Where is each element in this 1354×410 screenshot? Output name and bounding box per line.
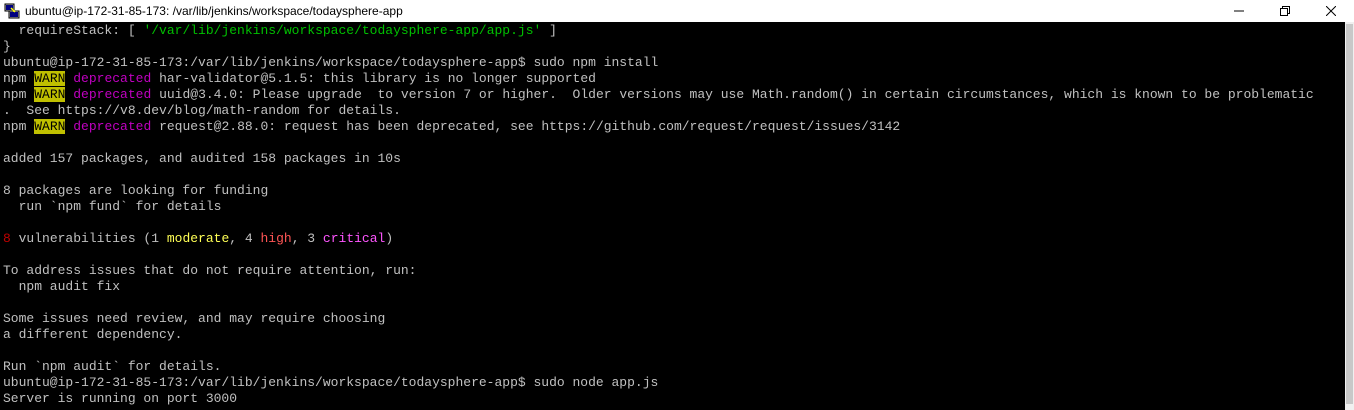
terminal-line: requireStack: [ '/var/lib/jenkins/worksp… <box>3 23 557 38</box>
terminal-line: run `npm fund` for details <box>3 199 222 214</box>
prompt-line: ubuntu@ip-172-31-85-173:/var/lib/jenkins… <box>3 55 659 70</box>
maximize-button[interactable] <box>1262 0 1308 22</box>
terminal-line: Run `npm audit` for details. <box>3 359 222 374</box>
terminal-line: npm audit fix <box>3 279 121 294</box>
terminal-line: . See https://v8.dev/blog/math-random fo… <box>3 103 401 118</box>
warn-line: npm WARN deprecated request@2.88.0: requ… <box>3 119 901 134</box>
close-icon <box>1326 6 1336 16</box>
vulnerabilities-line: 8 vulnerabilities (1 moderate, 4 high, 3… <box>3 231 394 246</box>
terminal-line: 8 packages are looking for funding <box>3 183 269 198</box>
warn-line: npm WARN deprecated uuid@3.4.0: Please u… <box>3 87 1314 102</box>
warn-badge: WARN <box>34 119 66 134</box>
terminal-line: } <box>3 39 11 54</box>
terminal-line: a different dependency. <box>3 327 183 342</box>
scrollbar-thumb[interactable] <box>1346 24 1353 404</box>
vertical-scrollbar[interactable] <box>1345 22 1354 410</box>
warn-badge: WARN <box>34 71 66 86</box>
prompt-line: ubuntu@ip-172-31-85-173:/var/lib/jenkins… <box>3 375 659 390</box>
terminal-window: ubuntu@ip-172-31-85-173: /var/lib/jenkin… <box>0 0 1354 410</box>
terminal-line: To address issues that do not require at… <box>3 263 417 278</box>
window-controls <box>1216 0 1354 22</box>
warn-line: npm WARN deprecated har-validator@5.1.5:… <box>3 71 596 86</box>
minimize-icon <box>1234 10 1244 12</box>
terminal-line: added 157 packages, and audited 158 pack… <box>3 151 401 166</box>
minimize-button[interactable] <box>1216 0 1262 22</box>
warn-badge: WARN <box>34 87 66 102</box>
title-bar[interactable]: ubuntu@ip-172-31-85-173: /var/lib/jenkin… <box>0 0 1354 22</box>
terminal-line: Server is running on port 3000 <box>3 391 238 406</box>
terminal-line: Some issues need review, and may require… <box>3 311 386 326</box>
window-title: ubuntu@ip-172-31-85-173: /var/lib/jenkin… <box>25 4 403 18</box>
putty-icon[interactable] <box>4 3 20 19</box>
maximize-icon <box>1280 6 1290 16</box>
terminal-output[interactable]: requireStack: [ '/var/lib/jenkins/worksp… <box>0 22 1345 410</box>
close-button[interactable] <box>1308 0 1354 22</box>
